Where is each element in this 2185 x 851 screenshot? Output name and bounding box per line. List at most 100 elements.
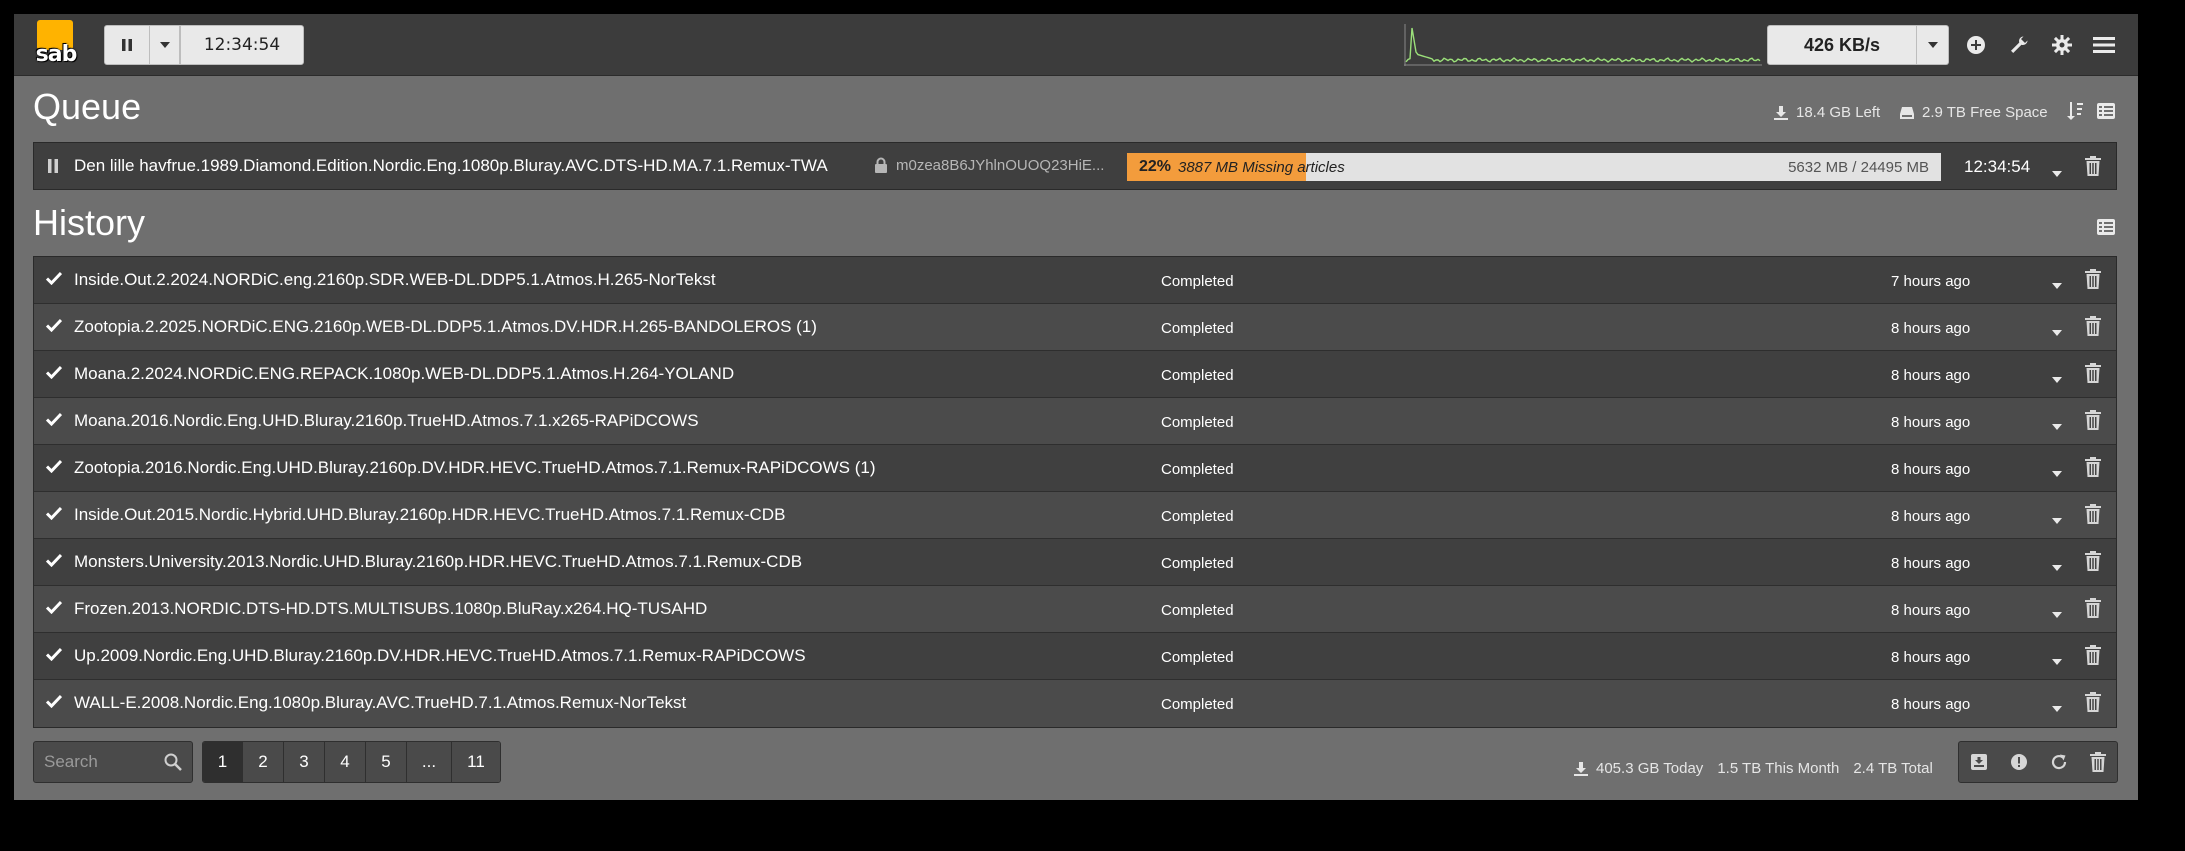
history-options-button[interactable]: [2097, 219, 2115, 240]
history-row[interactable]: Zootopia.2016.Nordic.Eng.UHD.Bluray.2160…: [34, 445, 2116, 492]
pause-icon: [48, 159, 58, 173]
history-item-name[interactable]: WALL-E.2008.Nordic.Eng.1080p.Bluray.AVC.…: [74, 693, 686, 713]
history-item-options-dropdown[interactable]: [2052, 370, 2062, 388]
config-button[interactable]: [2049, 32, 2075, 58]
history-row[interactable]: Inside.Out.2015.Nordic.Hybrid.UHD.Bluray…: [34, 492, 2116, 539]
queue-options-button[interactable]: [2097, 103, 2115, 124]
history-item-name[interactable]: Zootopia.2.2025.NORDiC.ENG.2160p.WEB-DL.…: [74, 317, 817, 337]
history-row[interactable]: Moana.2016.Nordic.Eng.UHD.Bluray.2160p.T…: [34, 398, 2116, 445]
chevron-down-icon: [2052, 518, 2062, 524]
search-icon[interactable]: [164, 753, 182, 771]
history-item-name[interactable]: Up.2009.Nordic.Eng.UHD.Bluray.2160p.DV.H…: [74, 646, 806, 666]
pause-duration-dropdown[interactable]: [150, 25, 180, 65]
history-item-name[interactable]: Zootopia.2016.Nordic.Eng.UHD.Bluray.2160…: [74, 458, 875, 478]
queue-item-name[interactable]: Den lille havfrue.1989.Diamond.Edition.N…: [74, 156, 828, 176]
app-window: sab 12:34:54 426 KB/s Queue 18.4 GB Left…: [14, 14, 2138, 800]
gear-icon: [2052, 35, 2072, 55]
queue-item-eta: 12:34:54: [1964, 157, 2031, 176]
trash-icon: [2085, 410, 2101, 430]
wrench-button[interactable]: [2006, 32, 2032, 58]
pagination: 1 2 3 4 5... 11: [202, 741, 501, 783]
page-button[interactable]: 3: [284, 742, 325, 782]
history-row[interactable]: Moana.2.2024.NORDiC.ENG.REPACK.1080p.WEB…: [34, 351, 2116, 398]
page-button[interactable]: ...: [407, 742, 452, 782]
sab-logo[interactable]: sab: [32, 20, 80, 68]
lock-icon: [875, 157, 887, 173]
archive-icon[interactable]: [1970, 753, 1988, 771]
history-item-options-dropdown[interactable]: [2052, 276, 2062, 294]
history-item-delete-button[interactable]: [2085, 457, 2101, 482]
history-item-options-dropdown[interactable]: [2052, 323, 2062, 341]
history-item-delete-button[interactable]: [2085, 410, 2101, 435]
queue-item-options-dropdown[interactable]: [2052, 164, 2062, 182]
download-icon: [1774, 105, 1788, 120]
page-button[interactable]: 11: [452, 742, 500, 782]
queue-item-pause-button[interactable]: [48, 159, 58, 178]
trash-icon: [2085, 551, 2101, 571]
history-item-delete-button[interactable]: [2085, 269, 2101, 294]
download-icon: [1574, 761, 1588, 776]
history-item-options-dropdown[interactable]: [2052, 605, 2062, 623]
history-item-delete-button[interactable]: [2085, 645, 2101, 670]
history-row[interactable]: Inside.Out.2.2024.NORDiC.eng.2160p.SDR.W…: [34, 257, 2116, 304]
speed-limit-dropdown[interactable]: [1917, 25, 1949, 65]
history-item-delete-button[interactable]: [2085, 316, 2101, 341]
history-item-name[interactable]: Inside.Out.2.2024.NORDiC.eng.2160p.SDR.W…: [74, 270, 716, 290]
history-item-time: 8 hours ago: [1891, 367, 1971, 384]
exclamation-icon[interactable]: [2010, 753, 2028, 771]
chevron-down-icon: [2052, 424, 2062, 430]
history-item-delete-button[interactable]: [2085, 504, 2101, 529]
history-item-name[interactable]: Moana.2016.Nordic.Eng.UHD.Bluray.2160p.T…: [74, 411, 699, 431]
refresh-icon[interactable]: [2050, 753, 2068, 771]
history-actions: [1958, 741, 2118, 783]
history-item-name[interactable]: Frozen.2013.NORDIC.DTS-HD.DTS.MULTISUBS.…: [74, 599, 707, 619]
history-item-delete-button[interactable]: [2085, 692, 2101, 717]
queue-item[interactable]: Den lille havfrue.1989.Diamond.Edition.N…: [33, 142, 2117, 190]
pause-control-group: 12:34:54: [104, 25, 304, 65]
chevron-down-icon: [2052, 565, 2062, 571]
trash-icon[interactable]: [2090, 752, 2106, 772]
history-item-status: Completed: [1161, 508, 1234, 525]
history-table: Inside.Out.2.2024.NORDiC.eng.2160p.SDR.W…: [33, 256, 2117, 728]
history-item-options-dropdown[interactable]: [2052, 558, 2062, 576]
sort-button[interactable]: [2067, 102, 2083, 125]
history-item-time: 8 hours ago: [1891, 649, 1971, 666]
page-button[interactable]: 2: [243, 742, 284, 782]
history-item-delete-button[interactable]: [2085, 363, 2101, 388]
page-button[interactable]: 4: [325, 742, 366, 782]
navbar: sab 12:34:54 426 KB/s: [14, 14, 2138, 76]
search-input[interactable]: [34, 742, 154, 782]
history-row[interactable]: Monsters.University.2013.Nordic.UHD.Blur…: [34, 539, 2116, 586]
speed-display[interactable]: 426 KB/s: [1767, 25, 1917, 65]
history-item-options-dropdown[interactable]: [2052, 699, 2062, 717]
history-row[interactable]: Up.2009.Nordic.Eng.UHD.Bluray.2160p.DV.H…: [34, 633, 2116, 680]
page-button[interactable]: 1: [203, 742, 243, 782]
page-button[interactable]: 5: [366, 742, 407, 782]
queue-item-delete-button[interactable]: [2085, 156, 2101, 181]
check-icon: [45, 459, 63, 474]
queue-left-stat: 18.4 GB Left: [1774, 104, 1880, 121]
add-nzb-button[interactable]: [1963, 32, 1989, 58]
history-item-name[interactable]: Moana.2.2024.NORDiC.ENG.REPACK.1080p.WEB…: [74, 364, 734, 384]
history-row[interactable]: WALL-E.2008.Nordic.Eng.1080p.Bluray.AVC.…: [34, 680, 2116, 727]
history-item-delete-button[interactable]: [2085, 598, 2101, 623]
history-item-options-dropdown[interactable]: [2052, 464, 2062, 482]
history-item-options-dropdown[interactable]: [2052, 652, 2062, 670]
history-item-options-dropdown[interactable]: [2052, 417, 2062, 435]
history-item-name[interactable]: Monsters.University.2013.Nordic.UHD.Blur…: [74, 552, 802, 572]
pause-button[interactable]: [104, 25, 150, 65]
completed-check: [45, 506, 63, 525]
progress-bar: 22% 3887 MB Missing articles 5632 MB / 2…: [1127, 153, 1941, 181]
completed-check: [45, 553, 63, 572]
check-icon: [45, 506, 63, 521]
password-lock: [874, 157, 888, 178]
history-row[interactable]: Frozen.2013.NORDIC.DTS-HD.DTS.MULTISUBS.…: [34, 586, 2116, 633]
history-item-delete-button[interactable]: [2085, 551, 2101, 576]
history-row[interactable]: Zootopia.2.2025.NORDiC.ENG.2160p.WEB-DL.…: [34, 304, 2116, 351]
history-item-time: 8 hours ago: [1891, 508, 1971, 525]
trash-icon: [2085, 269, 2101, 289]
main-menu-button[interactable]: [2091, 32, 2117, 58]
history-item-name[interactable]: Inside.Out.2015.Nordic.Hybrid.UHD.Bluray…: [74, 505, 785, 525]
download-stats: 405.3 GB Today 1.5 TB This Month 2.4 TB …: [1574, 760, 1933, 777]
history-item-options-dropdown[interactable]: [2052, 511, 2062, 529]
